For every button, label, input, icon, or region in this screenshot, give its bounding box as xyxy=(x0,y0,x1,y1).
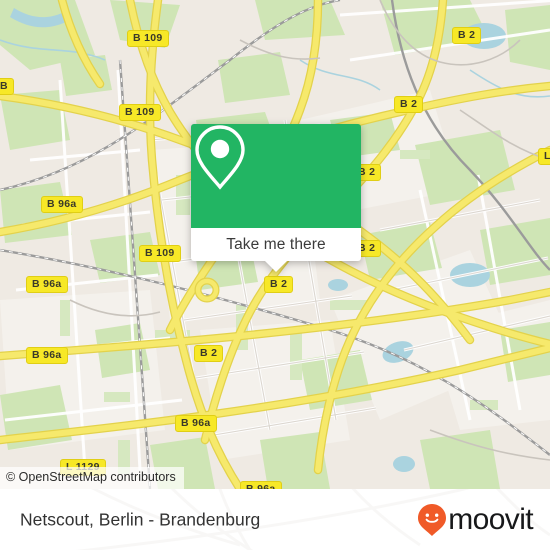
road-shield: B 2 xyxy=(264,276,294,293)
moovit-map-screen: B 109 B 109 B 109 B 2B 2B 2B 2B 2B 2B 96a B … xyxy=(0,0,550,550)
take-me-there-popup[interactable]: Take me there xyxy=(191,124,361,272)
road-shield: B 96a xyxy=(26,347,68,364)
road-shield: B 2 xyxy=(194,345,224,362)
osm-attribution[interactable]: © OpenStreetMap contributors xyxy=(0,467,184,489)
moovit-pin-smiley-icon xyxy=(418,503,447,536)
road-shield: L xyxy=(538,148,550,165)
road-shield: B xyxy=(0,78,14,95)
popup-pointer xyxy=(265,261,287,272)
take-me-there-label: Take me there xyxy=(226,235,326,253)
moovit-wordmark: moovit xyxy=(448,502,533,536)
road-shield: B 2 xyxy=(452,27,482,44)
map-canvas[interactable]: B 109 B 109 B 109 B 2B 2B 2B 2B 2B 2B 96a B … xyxy=(0,0,550,489)
popup-header xyxy=(191,124,361,228)
road-shield: B 96a xyxy=(240,481,282,489)
location-pin-icon xyxy=(195,125,245,190)
road-shield: B 96a xyxy=(41,196,83,213)
road-shield: B 96a xyxy=(175,415,217,432)
moovit-brand[interactable]: moovit xyxy=(417,502,534,537)
road-shield: B 109 xyxy=(119,104,161,121)
road-shield: B 2 xyxy=(394,96,424,113)
road-shield: B 109 xyxy=(127,30,169,47)
road-shield: B 96a xyxy=(26,276,68,293)
popup-action-bar[interactable]: Take me there xyxy=(191,228,361,261)
road-shield: B 109 xyxy=(139,245,181,262)
place-title: Netscout, Berlin - Brandenburg xyxy=(20,509,261,529)
bottom-info-bar: Netscout, Berlin - Brandenburg moovit xyxy=(0,489,550,550)
